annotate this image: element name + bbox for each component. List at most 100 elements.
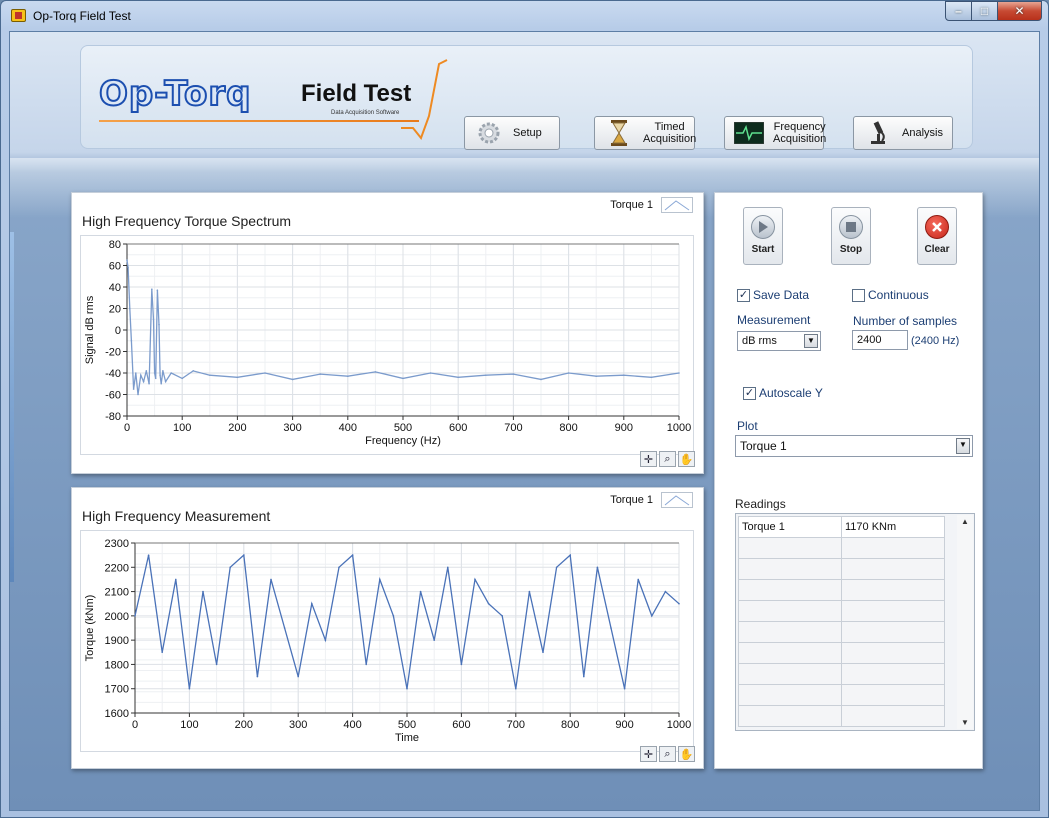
data-point [447,566,449,569]
y-tick-label: -20 [105,347,121,359]
waveform-icon [731,120,767,146]
readings-row[interactable] [738,663,945,685]
readings-row[interactable]: Torque 1 1170 KNm [738,516,945,538]
minimize-button[interactable]: – [945,1,972,21]
readings-grid: Torque 1 1170 KNm [738,516,945,727]
data-point [487,602,490,605]
reading-channel-cell [738,579,842,601]
pan-hand-icon[interactable]: ✋ [678,451,695,467]
x-tick-label: 400 [339,422,357,434]
data-point [140,374,142,376]
y-tick-label: 1800 [105,659,129,671]
y-tick-label: 60 [109,261,121,273]
measurement-graph-palette: ✛ ⌕ ✋ [638,746,695,762]
data-point [132,388,135,390]
left-edge-accent [10,232,14,582]
plot-dropdown[interactable]: Torque 1 ▼ [735,435,973,457]
y-tick-label: -80 [105,411,121,423]
data-point [351,554,354,556]
y-tick-label: 40 [109,282,121,294]
samples-input[interactable]: 2400 [852,330,908,350]
measurement-graph-panel: Torque 1 High Frequency Measurement 0 100… [71,487,704,769]
readings-row[interactable] [738,579,945,601]
data-point [153,372,156,374]
readings-row[interactable] [738,642,945,664]
data-point [181,377,183,380]
y-tick-label: 2300 [105,538,129,550]
data-point [379,578,381,581]
data-point [215,663,218,666]
measurement-dropdown[interactable]: dB rms ▼ [737,331,821,351]
data-point [664,590,667,593]
clear-button[interactable]: Clear [917,207,957,265]
data-point [130,339,133,342]
data-point [457,376,460,379]
data-point [156,289,159,292]
autoscale-y-checkbox[interactable]: ✓ Autoscale Y [743,386,823,400]
close-button[interactable]: ✕ [998,1,1042,21]
data-point [374,371,377,373]
data-point [542,651,544,654]
plot-value: Torque 1 [740,439,787,453]
readings-row[interactable] [738,558,945,580]
pan-hand-icon[interactable]: ✋ [678,746,695,762]
start-button[interactable]: Start [743,207,783,265]
x-tick-label: 500 [394,422,412,434]
data-point [243,554,245,556]
reading-channel-cell: Torque 1 [738,516,842,538]
readings-row[interactable] [738,600,945,622]
data-point [311,602,313,605]
logo-signal-icon [401,59,448,141]
close-icon: ✕ [1014,4,1025,18]
data-point [142,380,145,383]
measurement-plot-legend[interactable]: Torque 1 [610,492,693,508]
scroll-down-icon[interactable]: ▼ [957,718,973,727]
reading-value-cell [841,537,945,559]
maximize-button[interactable]: □ [972,1,998,21]
analysis-button[interactable]: Analysis [853,116,953,150]
data-point [229,566,231,569]
y-tick-label: 80 [109,239,121,251]
client-area: Op-Torq Field Test Data Acquisition Soft… [9,31,1040,811]
continuous-checkbox[interactable]: Continuous [852,288,929,302]
data-point [637,578,639,581]
continuous-check [852,288,865,302]
reading-channel-cell [738,558,842,580]
readings-row[interactable] [738,621,945,643]
data-point [270,578,272,581]
readings-row[interactable] [738,684,945,706]
zoom-tool-icon[interactable]: ⌕ [659,746,676,762]
data-point [151,288,153,290]
timed-acquisition-label: Timed Acquisition [643,121,697,145]
data-point [256,675,259,678]
stop-button[interactable]: Stop [831,207,871,265]
analysis-label: Analysis [902,127,943,139]
spectrum-graph-title: High Frequency Torque Spectrum [82,213,292,229]
x-tick-label: 200 [235,719,253,731]
spectrum-plot-legend[interactable]: Torque 1 [610,197,693,213]
measurement-chart[interactable]: 0 100 200 300 400 500 600 700 800 900 1000 2300 2200… [81,531,695,753]
readings-row[interactable] [738,705,945,727]
spectrum-chart[interactable]: 0 100 200 300 400 500 600 700 800 900 100080604020… [81,236,695,456]
data-point [528,590,531,593]
zoom-tool-icon[interactable]: ⌕ [659,451,676,467]
cursor-tool-icon[interactable]: ✛ [640,451,657,467]
cursor-tool-icon[interactable]: ✛ [640,746,657,762]
timed-acquisition-button[interactable]: Timed Acquisition [594,116,697,150]
y-tick-label: 2000 [105,611,129,623]
frequency-acquisition-button[interactable]: Frequency Acquisition [724,116,826,150]
save-data-checkbox[interactable]: ✓ Save Data [737,288,809,302]
measurement-value: dB rms [742,335,777,347]
readings-scrollbar[interactable]: ▲ ▼ [957,515,973,729]
logo-underline [99,120,419,122]
title-bar[interactable]: Op-Torq Field Test – □ ✕ [1,1,1048,31]
setup-button[interactable]: Setup [464,116,560,150]
readings-row[interactable] [738,537,945,559]
scroll-up-icon[interactable]: ▲ [957,517,973,526]
data-point [392,615,395,617]
reading-value-cell [841,558,945,580]
maximize-icon: □ [980,4,989,18]
readings-table[interactable]: Torque 1 1170 KNm ▲ ▼ [735,513,975,731]
x-tick-label: 800 [559,422,577,434]
y-tick-label: 1700 [105,684,129,696]
